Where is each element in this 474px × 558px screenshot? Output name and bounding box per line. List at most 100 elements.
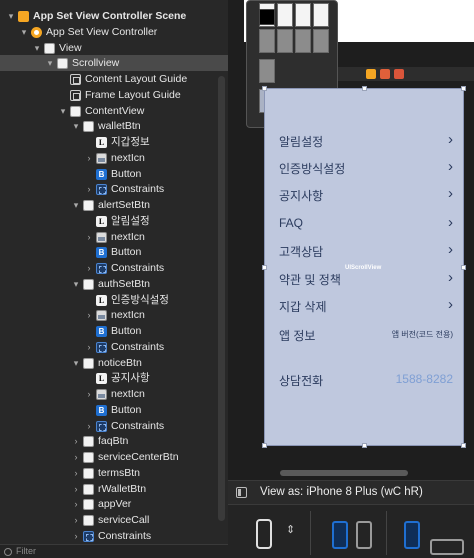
iphone-device-icon[interactable] xyxy=(356,521,372,549)
disclosure-open-icon[interactable]: ▾ xyxy=(32,40,42,56)
outline-row[interactable]: ▾ View xyxy=(0,40,228,56)
canvas-horizontal-scrollbar[interactable] xyxy=(280,470,408,476)
disclosure-closed-icon[interactable]: › xyxy=(84,307,94,323)
outline-row[interactable]: › appVer xyxy=(0,496,228,512)
outline-row[interactable]: › rWalletBtn xyxy=(0,481,228,497)
outline-row[interactable]: › nextIcn xyxy=(0,386,228,402)
resize-handle[interactable] xyxy=(461,86,466,91)
disclosure-open-icon[interactable]: ▾ xyxy=(71,276,81,292)
disclosure-closed-icon[interactable]: › xyxy=(84,229,94,245)
phone-number[interactable]: 1588-8282 xyxy=(396,372,453,386)
outline-row[interactable]: ▾ walletBtn xyxy=(0,118,228,134)
outline-row[interactable]: › termsBtn xyxy=(0,465,228,481)
filter-input[interactable]: Filter xyxy=(16,546,36,556)
resize-handle[interactable] xyxy=(262,443,267,448)
disclosure-open-icon[interactable]: ▾ xyxy=(58,103,68,119)
landscape-orientation-icon[interactable] xyxy=(430,539,464,555)
portrait-orientation-icon[interactable] xyxy=(404,521,420,549)
disclosure-open-icon[interactable]: ▾ xyxy=(19,24,29,40)
menu-row[interactable]: 앱 정보 앱 버전(코드 전용) xyxy=(279,327,453,345)
outline-row[interactable]: › nextIcn xyxy=(0,229,228,245)
device-stepper-icon[interactable]: ⇕ xyxy=(286,523,295,536)
outline-row[interactable]: L 지갑정보 xyxy=(0,134,228,150)
outline-row[interactable]: Content Layout Guide xyxy=(0,71,228,87)
library-thumb[interactable] xyxy=(259,9,275,25)
disclosure-closed-icon[interactable]: › xyxy=(84,150,94,166)
outline-row[interactable]: ▾ ContentView xyxy=(0,103,228,119)
library-thumb[interactable] xyxy=(277,29,293,53)
outline-row[interactable]: › Constraints xyxy=(0,339,228,355)
resize-handle[interactable] xyxy=(262,265,267,270)
device-preview-icon[interactable] xyxy=(256,519,272,549)
outline-row[interactable]: › Constraints xyxy=(0,418,228,434)
outline-row[interactable]: ▾ App Set View Controller xyxy=(0,24,228,40)
disclosure-closed-icon[interactable]: › xyxy=(84,260,94,276)
outline-row[interactable]: › Constraints xyxy=(0,260,228,276)
library-thumb[interactable] xyxy=(313,3,329,27)
outline-row[interactable]: › nextIcn xyxy=(0,150,228,166)
disclosure-closed-icon[interactable]: › xyxy=(84,181,94,197)
first-responder-icon[interactable] xyxy=(380,69,390,79)
library-thumb[interactable] xyxy=(313,29,329,53)
menu-row[interactable]: 인증방식설정 › xyxy=(279,158,453,178)
outline-row[interactable]: L 인증방식설정 xyxy=(0,292,228,308)
menu-row[interactable]: 약관 및 정책 › xyxy=(279,269,453,289)
library-thumb[interactable] xyxy=(259,59,275,83)
resize-handle[interactable] xyxy=(362,443,367,448)
outline-row[interactable]: ▾ Scrollview xyxy=(0,55,228,72)
disclosure-closed-icon[interactable]: › xyxy=(71,465,81,481)
resize-handle[interactable] xyxy=(362,86,367,91)
outline-row[interactable]: B Button xyxy=(0,166,228,182)
exit-icon[interactable] xyxy=(394,69,404,79)
outline-row[interactable]: ▾ App Set View Controller Scene xyxy=(0,8,228,24)
outline-row[interactable]: L 알림설정 xyxy=(0,213,228,229)
outline-row[interactable]: › faqBtn xyxy=(0,433,228,449)
outline-row[interactable]: ▾ alertSetBtn xyxy=(0,197,228,213)
disclosure-closed-icon[interactable]: › xyxy=(71,433,81,449)
outline-row[interactable]: ▾ authSetBtn xyxy=(0,276,228,292)
disclosure-open-icon[interactable]: ▾ xyxy=(6,8,16,24)
outline-row[interactable]: B Button xyxy=(0,402,228,418)
outline-row[interactable]: Frame Layout Guide xyxy=(0,87,228,103)
toggle-outline-icon[interactable] xyxy=(236,487,247,498)
disclosure-open-icon[interactable]: ▾ xyxy=(71,118,81,134)
outline-row[interactable]: B Button xyxy=(0,323,228,339)
resize-handle[interactable] xyxy=(461,265,466,270)
outline-row[interactable]: › serviceCall xyxy=(0,512,228,528)
disclosure-closed-icon[interactable]: › xyxy=(71,512,81,528)
scrollview-preview[interactable]: 알림설정 › 인증방식설정 › 공지사항 › FAQ › 고객상담 › 약관 및 정책 › 지갑 삭제 ›… xyxy=(262,86,466,448)
disclosure-open-icon[interactable]: ▾ xyxy=(71,197,81,213)
disclosure-closed-icon[interactable]: › xyxy=(71,528,81,544)
view-as-label[interactable]: View as: iPhone 8 Plus (wC hR) xyxy=(260,486,423,498)
library-thumb[interactable] xyxy=(259,29,275,53)
resize-handle[interactable] xyxy=(461,443,466,448)
library-thumb[interactable] xyxy=(295,29,311,53)
disclosure-closed-icon[interactable]: › xyxy=(84,418,94,434)
outline-row[interactable]: B Button xyxy=(0,244,228,260)
outline-row[interactable]: › nextIcn xyxy=(0,307,228,323)
outline-scrollbar[interactable] xyxy=(218,76,225,521)
disclosure-open-icon[interactable]: ▾ xyxy=(71,355,81,371)
menu-row[interactable]: 고객상담 › xyxy=(279,241,453,261)
outline-row[interactable]: › Constraints xyxy=(0,181,228,197)
disclosure-closed-icon[interactable]: › xyxy=(71,449,81,465)
storyboard-canvas[interactable]: 알림설정 › 인증방식설정 › 공지사항 › FAQ › 고객상담 › 약관 및 정책 › 지갑 삭제 ›… xyxy=(228,0,474,558)
view-controller-dock-icon[interactable] xyxy=(366,69,376,79)
library-thumb[interactable] xyxy=(277,3,293,27)
resize-handle[interactable] xyxy=(262,86,267,91)
disclosure-open-icon[interactable]: ▾ xyxy=(45,55,55,71)
menu-row[interactable]: 지갑 삭제 › xyxy=(279,296,453,316)
iphone-selected-device-icon[interactable] xyxy=(332,521,348,549)
menu-row[interactable]: 상담전화 1588-8282 xyxy=(279,372,453,390)
disclosure-closed-icon[interactable]: › xyxy=(71,496,81,512)
outline-row[interactable]: › serviceCenterBtn xyxy=(0,449,228,465)
menu-row[interactable]: FAQ › xyxy=(279,214,453,234)
disclosure-closed-icon[interactable]: › xyxy=(84,386,94,402)
disclosure-closed-icon[interactable]: › xyxy=(84,339,94,355)
outline-row[interactable]: ▾ noticeBtn xyxy=(0,355,228,371)
outline-row[interactable]: › Constraints xyxy=(0,528,228,544)
disclosure-closed-icon[interactable]: › xyxy=(71,481,81,497)
menu-row[interactable]: 알림설정 › xyxy=(279,131,453,151)
menu-row[interactable]: 공지사항 › xyxy=(279,185,453,205)
library-thumb[interactable] xyxy=(295,3,311,27)
